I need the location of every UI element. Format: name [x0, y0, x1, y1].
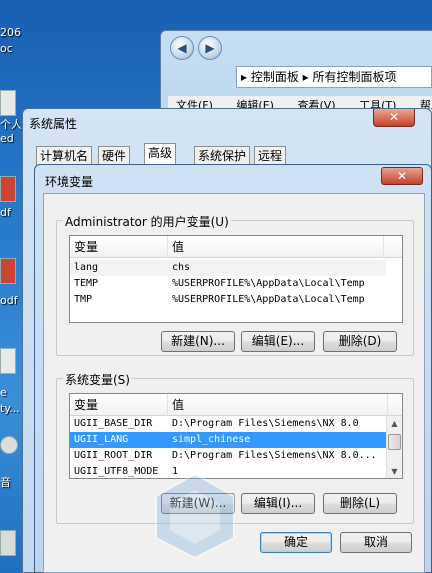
desktop-label: oc	[0, 42, 13, 55]
list-item[interactable]: UGII_UTF8_MODE 1	[70, 464, 388, 478]
variable-name: lang	[74, 262, 99, 273]
close-icon: ✕	[396, 169, 408, 183]
variable-name: UGII_LANG	[74, 434, 129, 445]
list-item[interactable]: UGII_BASE_DIR D:\Program Files\Siemens\N…	[70, 416, 388, 432]
system-new-button[interactable]: 新建(W)...	[161, 493, 235, 514]
back-button[interactable]: ◀	[170, 36, 194, 60]
list-item[interactable]: TMP %USERPROFILE%\AppData\Local\Temp	[70, 292, 386, 308]
column-header-variable[interactable]: 变量	[70, 236, 168, 258]
variable-value: simpl_chinese	[172, 434, 251, 445]
system-edit-button[interactable]: 编辑(I)...	[241, 493, 315, 514]
column-header-value[interactable]: 值	[168, 236, 384, 258]
desktop-icon[interactable]	[0, 436, 18, 454]
desktop-icon[interactable]	[0, 348, 16, 374]
variable-name: UGII_ROOT_DIR	[74, 450, 153, 461]
desktop-label: ty...	[0, 402, 20, 415]
desktop-label: odf	[0, 294, 18, 307]
desktop-label: e	[0, 386, 7, 399]
user-variables-list[interactable]: 变量 值 lang chs TEMP %USERPROFILE%\AppData…	[69, 235, 403, 323]
user-variables-label: Administrator 的用户变量(U)	[63, 213, 231, 230]
system-variables-list[interactable]: 变量 值 UGII_BASE_DIR D:\Program Files\Siem…	[69, 393, 403, 479]
desktop-label: 206	[0, 26, 21, 39]
ok-button[interactable]: 确定	[260, 532, 332, 553]
desktop-label: ed	[0, 132, 14, 145]
scroll-down-icon[interactable]: ▼	[387, 464, 402, 478]
environment-variables-dialog: 环境变量 ✕ Administrator 的用户变量(U) 变量 值 lang …	[34, 164, 432, 573]
variable-value: D:\Program Files\Siemens\NX 8.0	[172, 418, 359, 429]
variable-value: D:\Program Files\Siemens\NX 8.0...	[172, 450, 377, 461]
system-delete-button[interactable]: 删除(L)	[323, 493, 397, 514]
list-item[interactable]: UGII_ROOT_DIR D:\Program Files\Siemens\N…	[70, 448, 388, 464]
user-edit-button[interactable]: 编辑(E)...	[241, 331, 315, 352]
column-header-value[interactable]: 值	[168, 394, 388, 416]
desktop-label: df	[0, 206, 11, 219]
dialog-body: Administrator 的用户变量(U) 变量 值 lang chs TEM…	[43, 193, 425, 573]
list-header: 变量 值	[70, 394, 402, 416]
list-item[interactable]: TEMP %USERPROFILE%\AppData\Local\Temp	[70, 276, 386, 292]
variable-value: chs	[172, 262, 191, 273]
user-delete-button[interactable]: 删除(D)	[323, 331, 397, 352]
variable-value: 1	[172, 466, 179, 477]
list-item[interactable]: lang chs	[70, 260, 386, 276]
user-new-button[interactable]: 新建(N)...	[161, 331, 235, 352]
cancel-button[interactable]: 取消	[340, 532, 412, 553]
desktop-icon[interactable]	[0, 530, 16, 556]
desktop-icon[interactable]	[0, 176, 16, 202]
vertical-scrollbar[interactable]: ▲ ▼	[386, 416, 402, 478]
list-header: 变量 值	[70, 236, 402, 258]
variable-name: TMP	[74, 294, 93, 305]
address-bar[interactable]: ▸ 控制面板 ▸ 所有控制面板项	[236, 66, 432, 88]
dialog-title: 环境变量	[45, 175, 94, 189]
list-item-selected[interactable]: UGII_LANG simpl_chinese	[70, 432, 388, 448]
user-variables-group: Administrator 的用户变量(U) 变量 值 lang chs TEM…	[56, 213, 414, 356]
variable-value: %USERPROFILE%\AppData\Local\Temp	[172, 278, 365, 289]
scroll-up-icon[interactable]: ▲	[387, 416, 402, 432]
system-variables-group: 系统变量(S) 变量 值 UGII_BASE_DIR D:\Program Fi…	[56, 371, 414, 524]
variable-value: %USERPROFILE%\AppData\Local\Temp	[172, 294, 365, 305]
variable-name: TEMP	[74, 278, 99, 289]
variable-name: UGII_BASE_DIR	[74, 418, 153, 429]
system-variables-label: 系统变量(S)	[63, 371, 132, 388]
close-button[interactable]: ✕	[381, 167, 423, 185]
forward-button[interactable]: ▶	[198, 36, 222, 60]
close-icon: ✕	[388, 110, 400, 124]
close-button[interactable]: ✕	[373, 109, 415, 127]
variable-name: UGII_UTF8_MODE	[74, 466, 159, 477]
desktop-label: 音	[0, 476, 11, 489]
system-properties-title: 系统属性	[29, 117, 78, 131]
desktop-icon[interactable]	[0, 90, 16, 116]
scrollbar-thumb[interactable]	[388, 434, 401, 450]
desktop-label: 个人	[0, 118, 22, 131]
desktop-icon[interactable]	[0, 258, 16, 284]
column-header-variable[interactable]: 变量	[70, 394, 168, 416]
